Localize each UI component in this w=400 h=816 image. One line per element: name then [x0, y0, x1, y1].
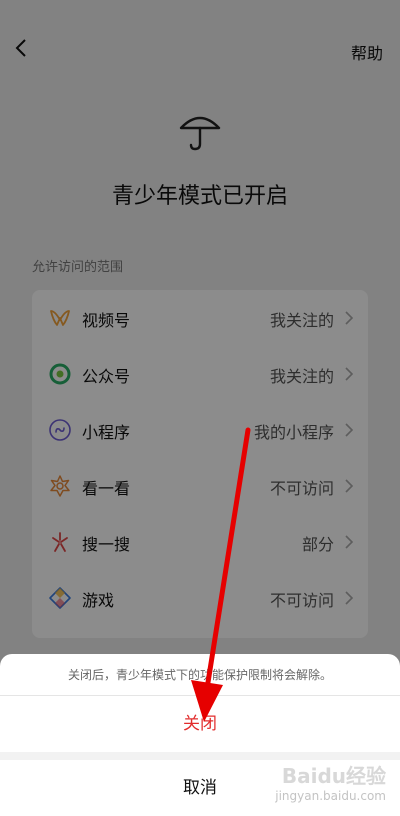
watermark: Baidu经验 jingyan.baidu.com: [275, 760, 386, 803]
sheet-gap: [0, 752, 400, 760]
close-teen-mode-button[interactable]: 关闭: [0, 696, 400, 752]
watermark-url: jingyan.baidu.com: [275, 789, 386, 803]
action-sheet-message: 关闭后，青少年模式下的功能保护限制将会解除。: [67, 668, 332, 682]
watermark-brand: Baidu经验: [281, 764, 386, 788]
